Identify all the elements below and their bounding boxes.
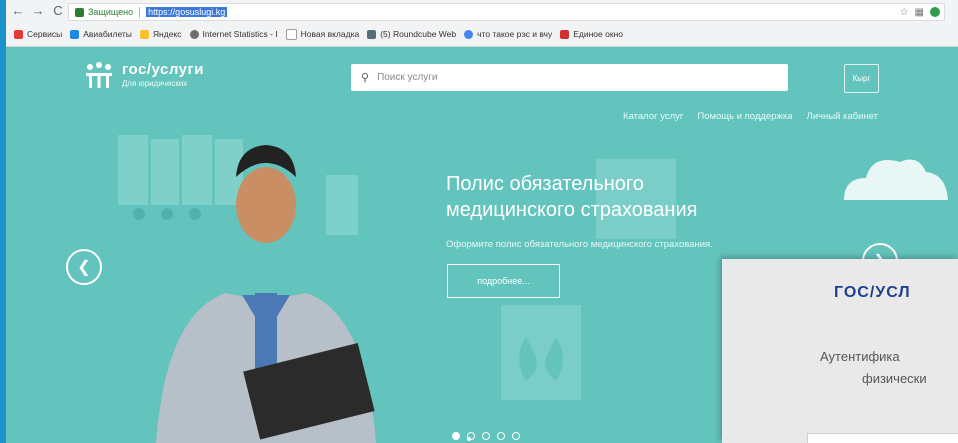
extension-icon[interactable]: ▦	[915, 7, 924, 18]
main-menu: Каталог услуг Помощь и поддержка Личный …	[623, 111, 878, 122]
mail-icon	[367, 29, 377, 39]
hero-subtitle: Оформите полис обязательного медицинског…	[446, 239, 713, 250]
url-text[interactable]: https://gosuslugi.kg	[146, 7, 228, 17]
auth-panel-text: Аутентифика	[820, 349, 900, 364]
bookmark-item[interactable]: Новая вкладка	[285, 28, 359, 40]
auth-panel-text: физически	[862, 371, 927, 386]
auth-input[interactable]	[807, 433, 958, 443]
auth-panel-title: ГОС/УСЛ	[834, 284, 911, 301]
globe-icon	[189, 29, 199, 39]
menu-item-help[interactable]: Помощь и поддержка	[697, 111, 792, 122]
star-icon[interactable]: ☆	[900, 7, 909, 18]
logo-icon	[84, 61, 114, 88]
carousel-dot[interactable]	[497, 432, 505, 440]
divider	[139, 6, 141, 18]
yandex-icon	[139, 29, 149, 39]
page-icon	[285, 28, 297, 40]
bookmark-item[interactable]: Сервисы	[14, 29, 62, 39]
google-icon	[464, 29, 474, 39]
site-logo[interactable]: гос/услуги Для юридических	[84, 61, 204, 88]
logo-title: гос/услуги	[122, 61, 204, 78]
bookmark-item[interactable]: (5) Roundcube Web	[367, 29, 456, 39]
carousel-prev-button[interactable]: ❮	[66, 249, 102, 285]
menu-item-catalog[interactable]: Каталог услуг	[623, 111, 683, 122]
bookmark-item[interactable]: Internet Statistics - I	[189, 29, 278, 39]
lock-icon	[75, 7, 84, 17]
auth-panel: ГОС/УСЛ Аутентифика физически	[722, 259, 958, 443]
search-placeholder: Поиск услуги	[377, 72, 438, 83]
flag-icon	[560, 29, 570, 39]
search-input[interactable]: ⚲ Поиск услуги	[351, 64, 788, 91]
bookmark-item[interactable]: Единое окно	[560, 29, 623, 39]
browser-chrome: ← → C Защищено https://gosuslugi.kg ☆ ▦ …	[6, 0, 958, 47]
carousel-dot[interactable]	[512, 432, 520, 440]
address-bar-icons: ☆ ▦	[900, 4, 944, 20]
bookmark-item[interactable]: Яндекс	[139, 29, 182, 39]
bookmark-item[interactable]: что такое рэс и вчу	[464, 29, 552, 39]
logo-subtitle: Для юридических	[122, 79, 188, 88]
address-row: ← → C Защищено https://gosuslugi.kg ☆ ▦	[6, 0, 958, 22]
carousel-dot[interactable]	[467, 432, 475, 440]
plane-icon	[70, 29, 80, 39]
hero-title: Полис обязательного медицинского страхов…	[446, 173, 698, 221]
bookmarks-bar: Сервисы Авиабилеты Яндекс Internet Stati…	[6, 23, 958, 45]
carousel-dot[interactable]	[482, 432, 490, 440]
profile-icon[interactable]	[930, 7, 940, 17]
more-button[interactable]: подробнее...	[447, 264, 560, 298]
language-button[interactable]: Кырг	[844, 64, 879, 93]
reload-icon[interactable]: C	[50, 3, 66, 19]
menu-item-account[interactable]: Личный кабинет	[807, 111, 878, 122]
bookmark-item[interactable]: Авиабилеты	[70, 29, 132, 39]
apps-icon	[14, 29, 23, 39]
back-icon[interactable]: ←	[10, 3, 26, 19]
search-icon: ⚲	[361, 72, 370, 84]
address-bar[interactable]: Защищено https://gosuslugi.kg ☆ ▦	[68, 3, 945, 21]
carousel-dots	[452, 432, 520, 440]
carousel-dot[interactable]	[452, 432, 460, 440]
secure-label: Защищено	[88, 7, 134, 17]
forward-icon[interactable]: →	[30, 3, 46, 19]
